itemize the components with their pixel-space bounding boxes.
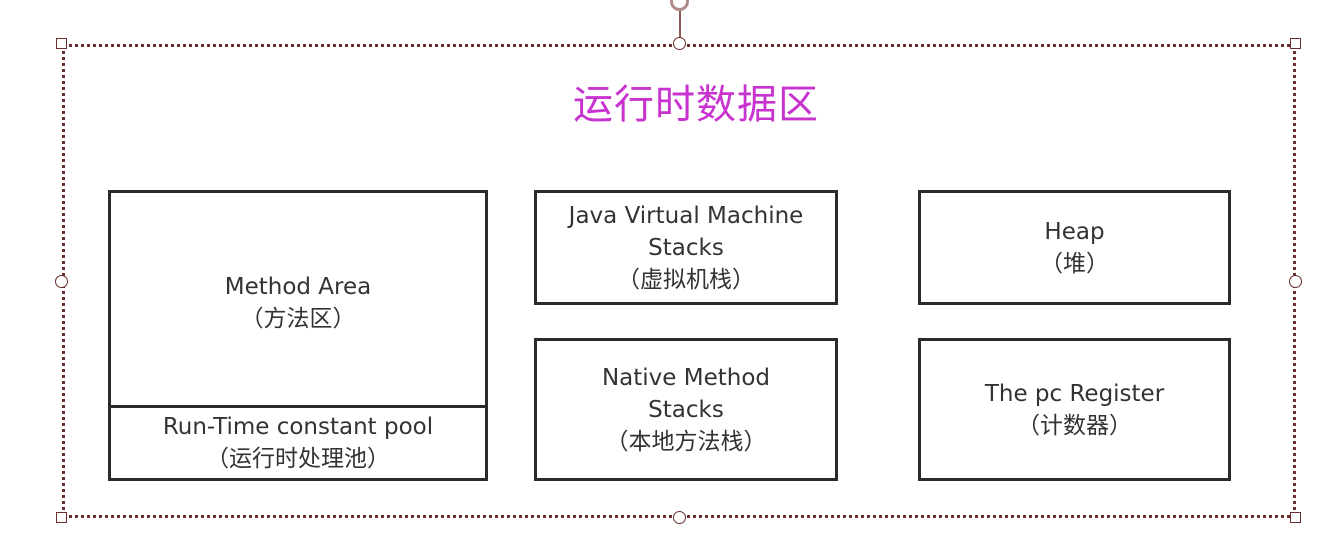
heap-box[interactable]: Heap （堆） xyxy=(918,190,1231,305)
jvm-stacks-line1: Java Virtual Machine xyxy=(568,202,804,229)
method-area-label: Method Area xyxy=(224,274,372,300)
native-stacks-sub: （本地方法栈） xyxy=(605,428,767,455)
method-area-sub: （方法区） xyxy=(240,306,356,332)
resize-handle-bottom-right[interactable] xyxy=(1290,512,1301,523)
native-stacks-line1: Native Method xyxy=(601,364,771,391)
resize-handle-bottom[interactable] xyxy=(673,511,686,524)
resize-handle-bottom-left[interactable] xyxy=(56,512,67,523)
resize-handle-top-right[interactable] xyxy=(1290,38,1301,49)
jvm-stacks-box[interactable]: Java Virtual Machine Stacks （虚拟机栈） xyxy=(534,190,838,305)
runtime-pool-section: Run-Time constant pool （运行时处理池） xyxy=(111,406,485,478)
canvas: 运行时数据区 Method Area （方法区） Run-Time consta… xyxy=(0,0,1344,558)
heap-label: Heap xyxy=(1044,218,1105,245)
resize-handle-right[interactable] xyxy=(1289,275,1302,288)
jvm-stacks-line2: Stacks xyxy=(648,234,724,261)
resize-handle-top-left[interactable] xyxy=(56,38,67,49)
resize-handle-top[interactable] xyxy=(673,37,686,50)
method-area-section: Method Area （方法区） xyxy=(111,193,485,408)
native-stacks-line2: Stacks xyxy=(648,396,724,423)
runtime-pool-label: Run-Time constant pool xyxy=(162,414,434,440)
resize-handle-left[interactable] xyxy=(55,275,68,288)
native-stacks-box[interactable]: Native Method Stacks （本地方法栈） xyxy=(534,338,838,481)
runtime-pool-sub: （运行时处理池） xyxy=(206,446,390,472)
jvm-stacks-sub: （虚拟机栈） xyxy=(617,266,755,293)
pc-register-sub: （计数器） xyxy=(1017,412,1132,439)
method-area-box[interactable]: Method Area （方法区） Run-Time constant pool… xyxy=(108,190,488,481)
diagram-title: 运行时数据区 xyxy=(573,82,819,128)
heap-sub: （堆） xyxy=(1040,250,1109,277)
pc-register-box[interactable]: The pc Register （计数器） xyxy=(918,338,1231,481)
rotation-connector xyxy=(679,8,681,38)
rotation-handle[interactable] xyxy=(670,0,689,11)
pc-register-label: The pc Register xyxy=(984,380,1165,407)
